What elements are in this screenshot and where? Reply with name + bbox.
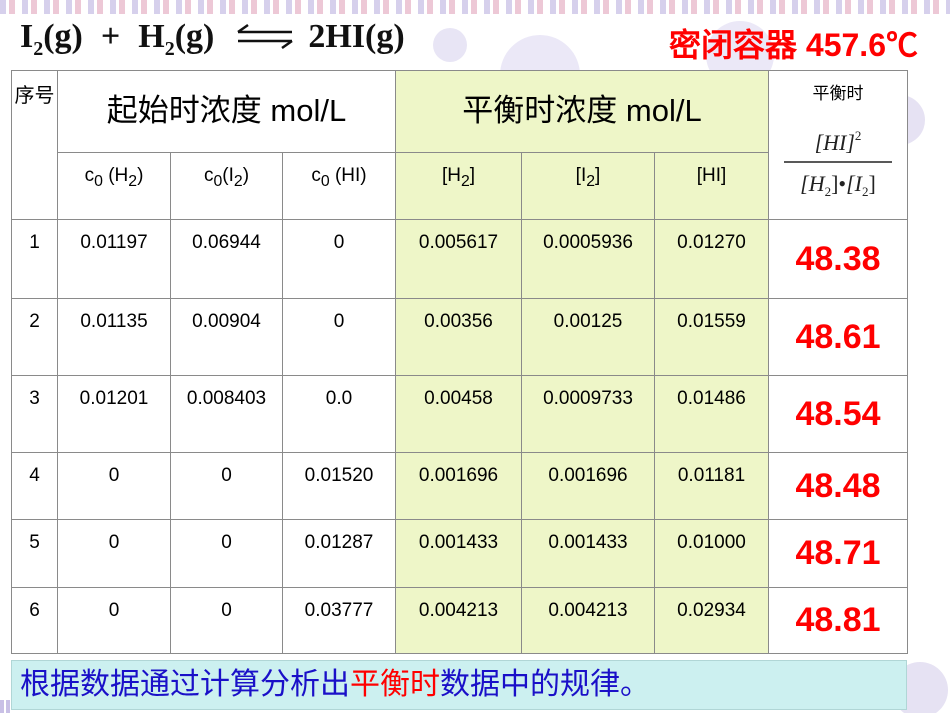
subheader-eq-hi: [HI]	[654, 152, 769, 220]
conclusion-banner: 根据数据通过计算分析出平衡时数据中的规律。	[11, 660, 907, 710]
cell-c0-i2: 0	[170, 519, 283, 588]
cell-eq-h2: 0.00458	[395, 375, 522, 453]
cell-c0-hi: 0	[282, 298, 396, 376]
row-seq: 3	[11, 375, 58, 453]
svg-text:[H2]•[I2]: [H2]•[I2]	[800, 171, 876, 199]
conclusion-highlight: 平衡时	[350, 667, 440, 702]
header-equilibrium-concentration: 平衡时浓度 mol/L	[395, 70, 769, 153]
cell-c0-i2: 0.008403	[170, 375, 283, 453]
cell-c0-hi: 0.01520	[282, 452, 396, 520]
cell-c0-hi: 0.01287	[282, 519, 396, 588]
cell-eq-i2: 0.0009733	[521, 375, 655, 453]
cell-eq-hi: 0.01270	[654, 219, 769, 299]
cell-eq-h2: 0.00356	[395, 298, 522, 376]
cell-c0-h2: 0	[57, 587, 171, 654]
cell-eq-h2: 0.005617	[395, 219, 522, 299]
table-row: 3 0.01201 0.008403 0.0 0.00458 0.0009733…	[11, 375, 908, 453]
cell-c0-hi: 0.03777	[282, 587, 396, 654]
row-seq: 6	[11, 587, 58, 654]
cell-eq-h2: 0.001433	[395, 519, 522, 588]
k-header-label: 平衡时	[812, 84, 864, 103]
decorative-bottom-border	[0, 700, 11, 713]
cell-eq-i2: 0.00125	[521, 298, 655, 376]
cell-c0-h2: 0	[57, 452, 171, 520]
row-seq: 5	[11, 519, 58, 588]
row-seq: 2	[11, 298, 58, 376]
cell-c0-hi: 0.0	[282, 375, 396, 453]
cell-c0-h2: 0.01197	[57, 219, 171, 299]
subheader-c0-hi: c0 (HI)	[282, 152, 396, 220]
header-sequence: 序号	[11, 70, 58, 220]
equilibrium-data-table: 序号 起始时浓度 mol/L 平衡时浓度 mol/L 平衡时 [HI]2 [H2…	[11, 70, 908, 654]
row-seq: 4	[11, 452, 58, 520]
subheader-eq-i2: [I2]	[521, 152, 655, 220]
reaction-equation: I2(g) + H2(g) 2HI(g)	[20, 18, 405, 66]
cell-eq-h2: 0.004213	[395, 587, 522, 654]
cell-k-value: 48.38	[768, 219, 908, 299]
plus-sign: +	[100, 18, 121, 55]
cell-eq-hi: 0.02934	[654, 587, 769, 654]
cell-eq-hi: 0.01486	[654, 375, 769, 453]
cell-k-value: 48.48	[768, 452, 908, 520]
svg-text:[HI]2: [HI]2	[815, 128, 862, 155]
cell-c0-h2: 0.01135	[57, 298, 171, 376]
table-row: 4 0 0 0.01520 0.001696 0.001696 0.01181 …	[11, 452, 908, 520]
row-seq: 1	[11, 219, 58, 299]
cell-k-value: 48.71	[768, 519, 908, 588]
cell-c0-h2: 0.01201	[57, 375, 171, 453]
cell-k-value: 48.54	[768, 375, 908, 453]
cell-eq-h2: 0.001696	[395, 452, 522, 520]
cell-eq-i2: 0.001696	[521, 452, 655, 520]
product-hi: 2HI(g)	[308, 18, 405, 55]
cell-eq-i2: 0.001433	[521, 519, 655, 588]
cell-eq-i2: 0.004213	[521, 587, 655, 654]
table-row: 1 0.01197 0.06944 0 0.005617 0.0005936 0…	[11, 219, 908, 299]
cell-c0-h2: 0	[57, 519, 171, 588]
equilibrium-arrows-icon	[237, 23, 294, 49]
cell-eq-i2: 0.0005936	[521, 219, 655, 299]
subheader-c0-i2: c0(I2)	[170, 152, 283, 220]
subheader-c0-h2: c0 (H2)	[57, 152, 171, 220]
cell-k-value: 48.61	[768, 298, 908, 376]
cell-c0-hi: 0	[282, 219, 396, 299]
header-equilibrium-constant: 平衡时 [HI]2 [H2]•[I2]	[768, 70, 908, 220]
reactant-iodine: I2(g)	[20, 18, 83, 60]
header-initial-concentration: 起始时浓度 mol/L	[57, 70, 396, 153]
cell-c0-i2: 0.06944	[170, 219, 283, 299]
reaction-condition: 密闭容器 457.6℃	[669, 27, 918, 63]
table-row: 6 0 0 0.03777 0.004213 0.004213 0.02934 …	[11, 587, 908, 654]
cell-c0-i2: 0.00904	[170, 298, 283, 376]
table-row: 2 0.01135 0.00904 0 0.00356 0.00125 0.01…	[11, 298, 908, 376]
conclusion-text-1: 根据数据通过计算分析出	[20, 667, 350, 702]
k-expression-fraction: [HI]2 [H2]•[I2]	[784, 128, 892, 199]
cell-c0-i2: 0	[170, 452, 283, 520]
cell-eq-hi: 0.01000	[654, 519, 769, 588]
cell-eq-hi: 0.01181	[654, 452, 769, 520]
subheader-eq-h2: [H2]	[395, 152, 522, 220]
cell-eq-hi: 0.01559	[654, 298, 769, 376]
conclusion-text-2: 数据中的规律。	[440, 667, 650, 702]
table-row: 5 0 0 0.01287 0.001433 0.001433 0.01000 …	[11, 519, 908, 588]
cell-k-value: 48.81	[768, 587, 908, 654]
cell-c0-i2: 0	[170, 587, 283, 654]
reactant-hydrogen: H2(g)	[138, 18, 215, 60]
